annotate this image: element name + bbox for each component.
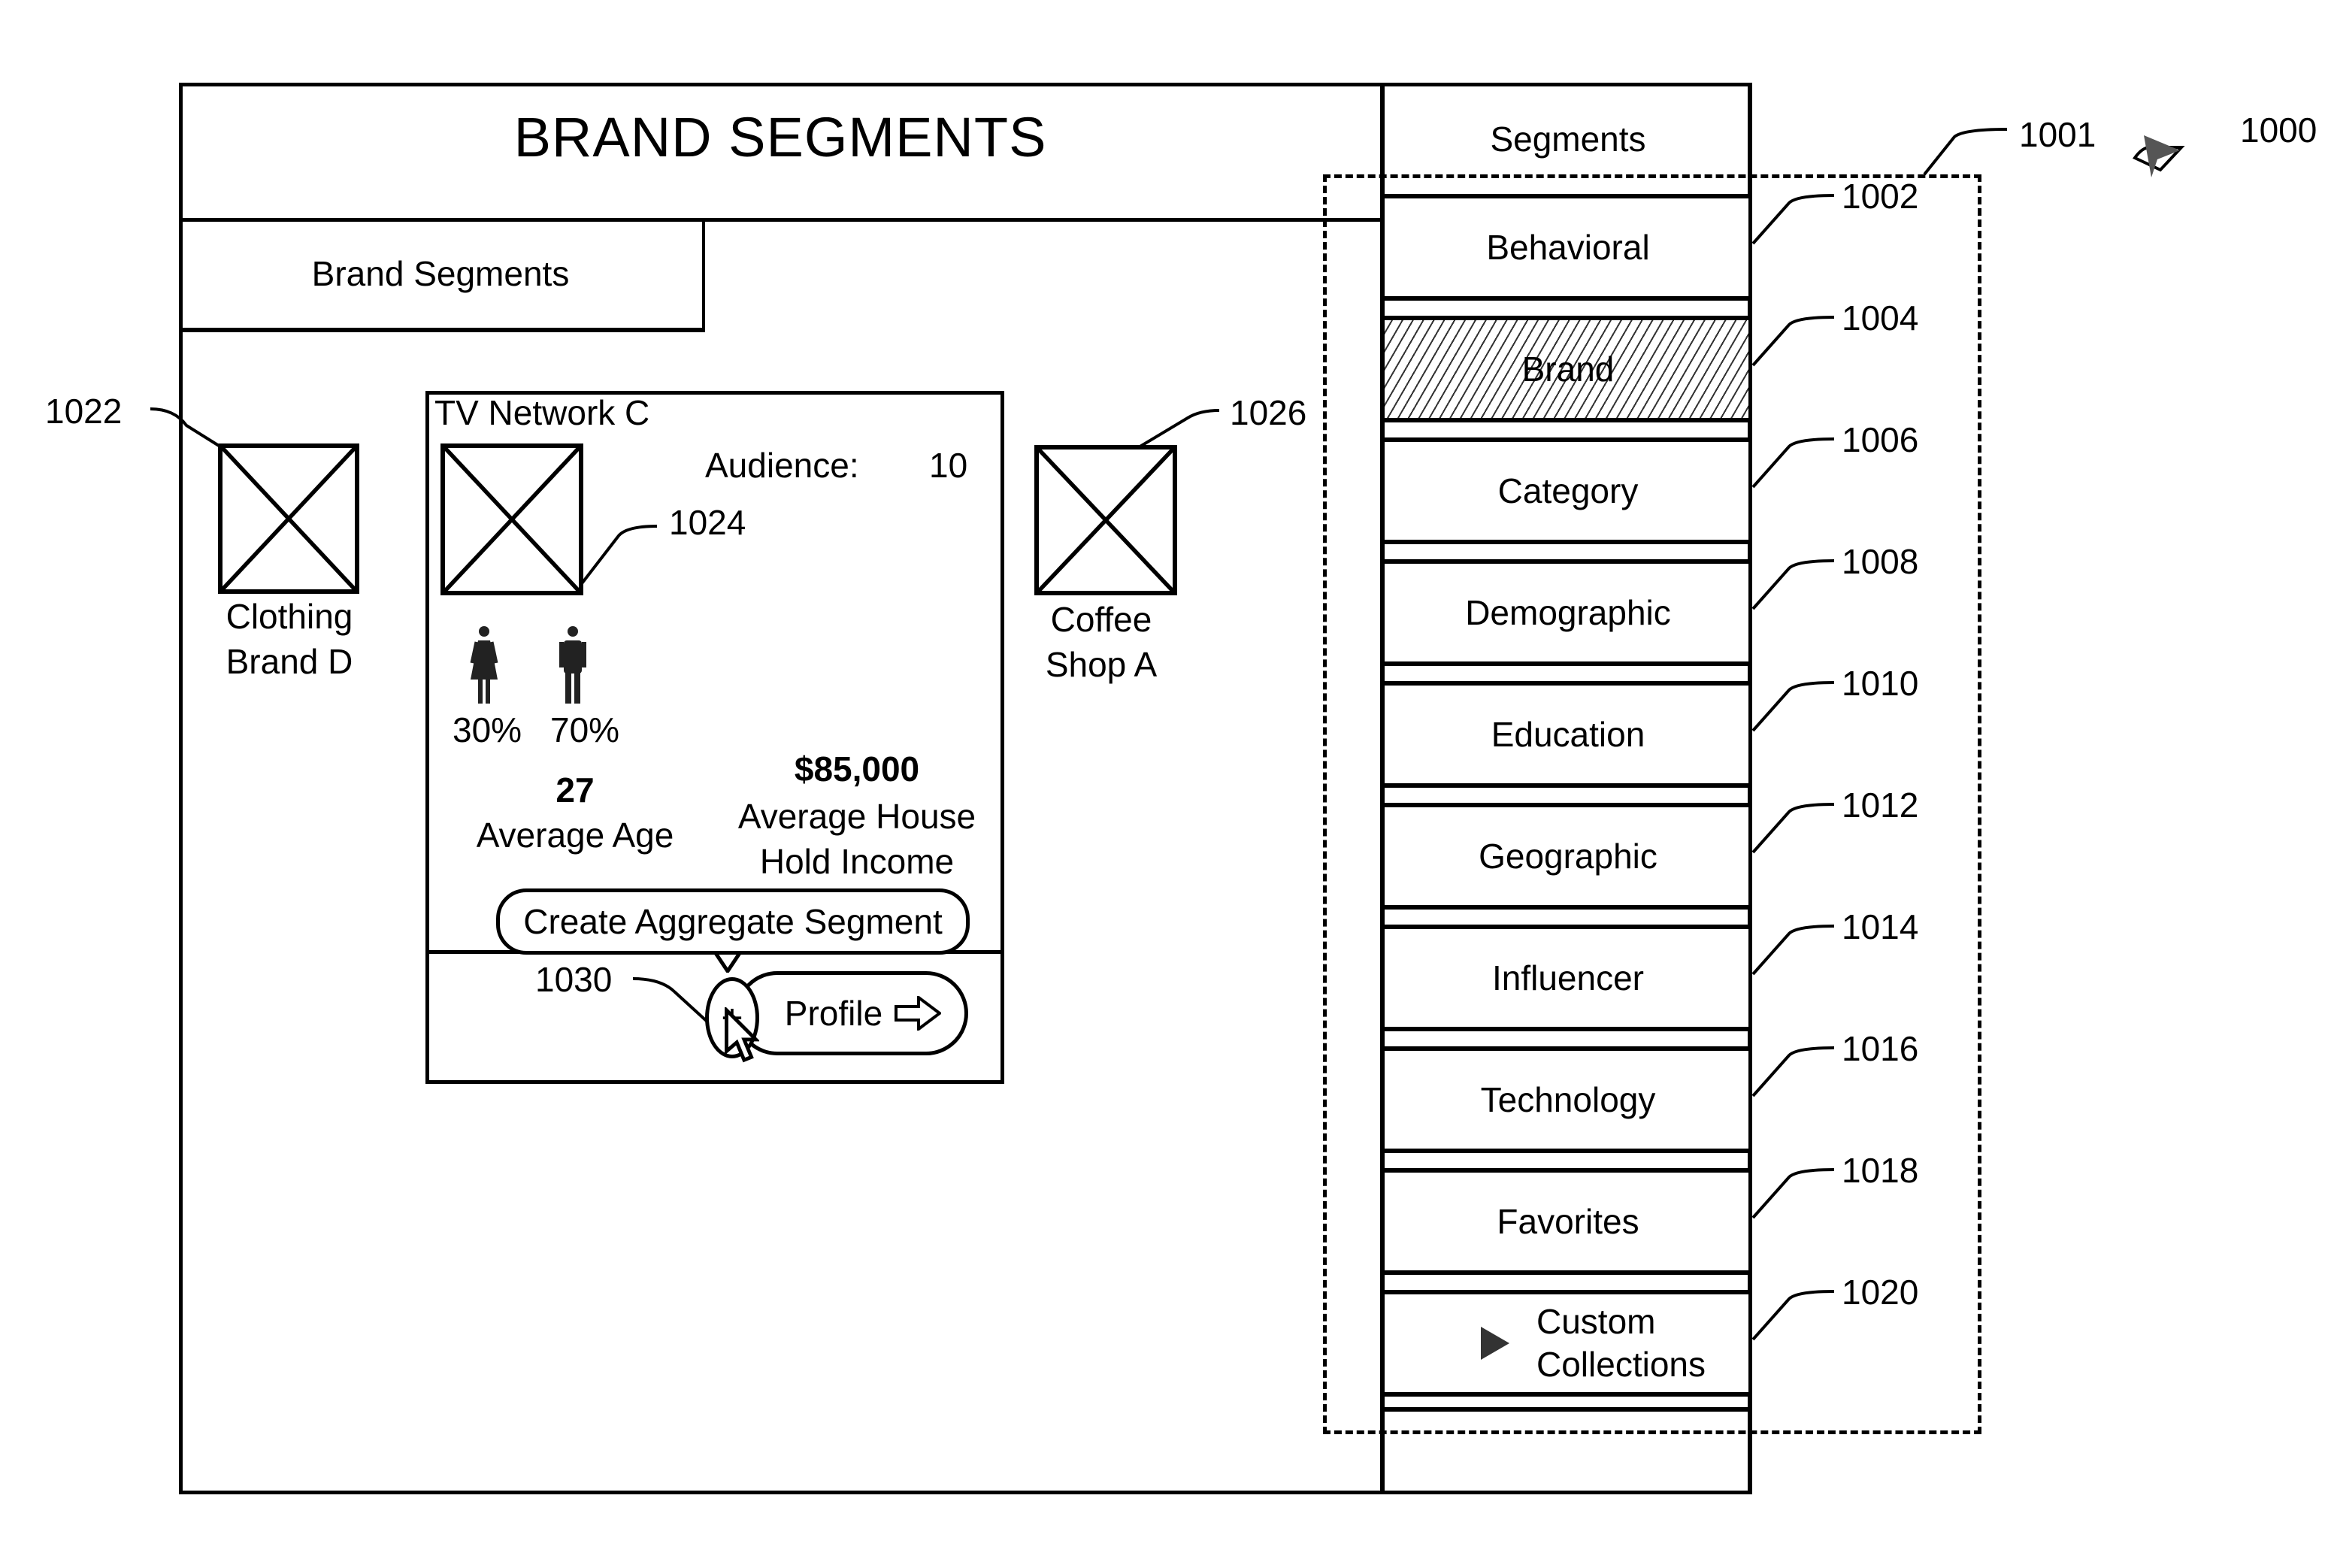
profile-button[interactable]: Profile: [735, 971, 968, 1055]
segment-list-end-divider: [1385, 1407, 1751, 1412]
ref-label-1012: 1012: [1842, 786, 1919, 825]
leader-1008: [1751, 559, 1835, 610]
leader-1022: [150, 407, 224, 450]
ref-label-1020: 1020: [1842, 1273, 1919, 1312]
callout-leaders: [150, 128, 2185, 1341]
ref-label-1026: 1026: [1230, 393, 1307, 432]
audience-value: 10: [929, 446, 968, 485]
card-thumbnail: [440, 443, 583, 595]
create-aggregate-segment-tooltip: Create Aggregate Segment: [496, 888, 970, 955]
leader-1014: [1751, 925, 1835, 976]
leader-1026: [1134, 409, 1220, 451]
brand-name-line1: Coffee: [1050, 600, 1152, 639]
income-label-line2: Hold Income: [759, 842, 955, 881]
male-percentage: 70%: [550, 710, 620, 749]
image-placeholder-icon: [445, 448, 579, 591]
ref-label-1018: 1018: [1842, 1151, 1919, 1190]
ref-label-1000: 1000: [2240, 110, 2317, 150]
leader-1018: [1751, 1168, 1835, 1219]
brand-thumbnail-coffee-shop-a[interactable]: [1034, 445, 1177, 595]
ref-label-1002: 1002: [1842, 177, 1919, 216]
leader-1001: [1923, 128, 2008, 176]
ref-label-1016: 1016: [1842, 1029, 1919, 1068]
audience-label: Audience:: [705, 446, 859, 485]
brand-thumbnail-clothing-brand-d[interactable]: [218, 443, 359, 594]
leader-1016: [1751, 1046, 1835, 1097]
arrow-right-icon: [895, 996, 942, 1031]
ref-label-1006: 1006: [1842, 420, 1919, 459]
ref-label-1022: 1022: [45, 392, 123, 431]
female-percentage: 30%: [453, 710, 522, 749]
brand-name-coffee-shop-a: Coffee Shop A: [1015, 597, 1188, 687]
image-placeholder-icon: [223, 448, 355, 589]
ref-label-1008: 1008: [1842, 542, 1919, 581]
leader-1012: [1751, 803, 1835, 854]
female-icon: [470, 626, 498, 704]
leader-1010: [1751, 681, 1835, 732]
leader-1004: [1751, 316, 1835, 367]
average-age-label: Average Age: [476, 816, 674, 855]
leader-1002: [1751, 194, 1835, 245]
household-income-value: $85,000: [794, 749, 920, 789]
average-age-value: 27: [556, 770, 595, 810]
ref-label-1001: 1001: [2019, 115, 2096, 154]
profile-button-label: Profile: [784, 994, 883, 1033]
income-label-line1: Average House: [737, 797, 976, 836]
ref-label-1014: 1014: [1842, 907, 1919, 946]
image-placeholder-icon: [1039, 450, 1173, 591]
card-title: TV Network C: [434, 393, 650, 432]
ref-label-1004: 1004: [1842, 298, 1919, 338]
male-icon: [559, 626, 586, 704]
brand-name-line2: Shop A: [1045, 645, 1158, 684]
household-income-label: Average House Hold Income: [714, 794, 1000, 884]
leader-1020: [1751, 1290, 1835, 1341]
leader-1006: [1751, 437, 1835, 489]
brand-name-line2: Brand D: [226, 642, 353, 681]
mouse-cursor-icon: [725, 1007, 759, 1063]
ref-label-1010: 1010: [1842, 664, 1919, 703]
brand-name-clothing-brand-d: Clothing Brand D: [203, 594, 376, 684]
brand-name-line1: Clothing: [226, 597, 353, 636]
